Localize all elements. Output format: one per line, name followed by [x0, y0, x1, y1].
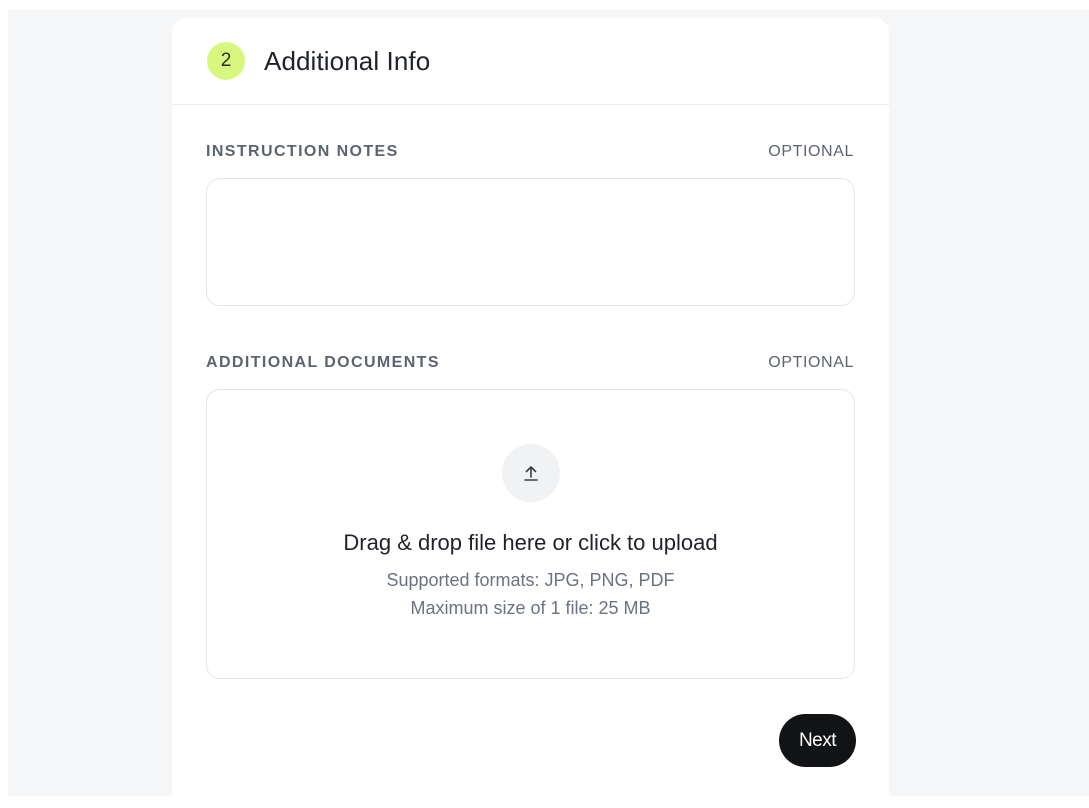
upload-instruction-text: Drag & drop file here or click to upload: [343, 530, 718, 555]
instruction-notes-optional-label: OPTIONAL: [768, 143, 854, 160]
next-button[interactable]: Next: [779, 714, 856, 767]
card-title: Additional Info: [264, 45, 431, 76]
file-upload-dropzone[interactable]: Drag & drop file here or click to upload…: [206, 389, 855, 679]
additional-info-card: 2 Additional Info INSTRUCTION NOTES OPTI…: [172, 18, 889, 808]
instruction-notes-label: INSTRUCTION NOTES: [206, 143, 399, 160]
additional-documents-optional-label: OPTIONAL: [768, 354, 854, 371]
instruction-notes-header: INSTRUCTION NOTES OPTIONAL: [206, 143, 854, 161]
upload-icon-button[interactable]: [502, 444, 560, 502]
max-file-size-text: Maximum size of 1 file: 25 MB: [410, 598, 651, 618]
additional-documents-header: ADDITIONAL DOCUMENTS OPTIONAL: [206, 354, 854, 372]
card-header: 2 Additional Info: [172, 18, 889, 105]
additional-documents-label: ADDITIONAL DOCUMENTS: [206, 354, 440, 371]
instruction-notes-input[interactable]: [206, 178, 855, 306]
step-number-badge: 2: [207, 42, 245, 80]
supported-formats-text: Supported formats: JPG, PNG, PDF: [386, 570, 675, 590]
upload-icon: [524, 466, 538, 481]
